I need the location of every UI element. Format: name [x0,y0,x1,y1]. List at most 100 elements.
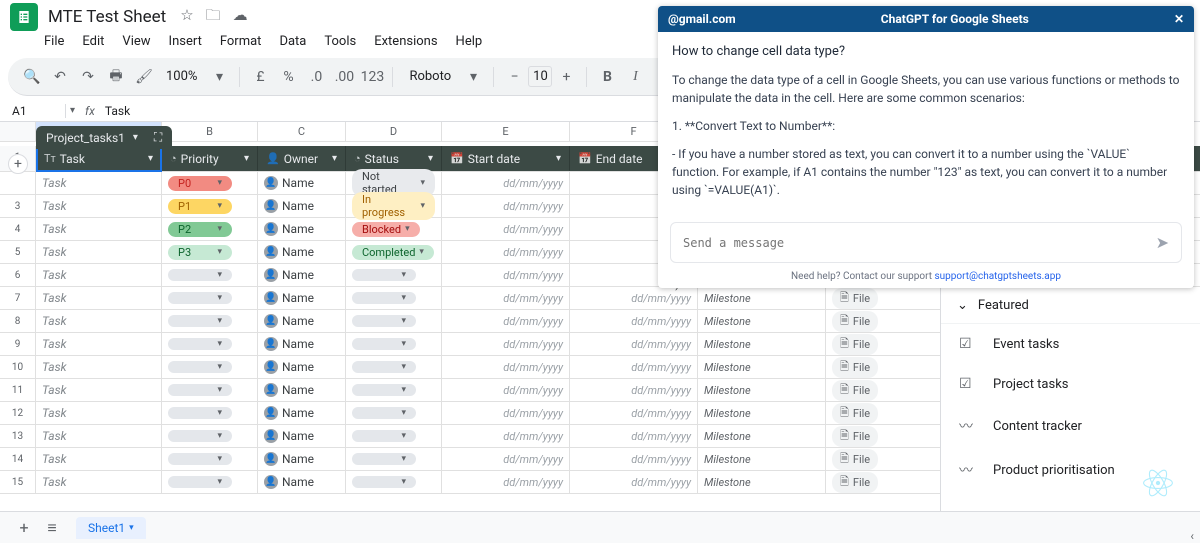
cell-status[interactable]: ▾ [346,379,442,401]
chip[interactable]: P1▾ [168,199,232,214]
cell-priority[interactable]: ▾ [162,471,258,493]
cell-priority[interactable]: ▾ [162,264,258,286]
empty-chip[interactable]: ▾ [352,338,416,350]
close-icon[interactable]: ✕ [1174,12,1184,26]
col-header-e[interactable]: E [442,122,570,142]
cell-priority[interactable]: P0▾ [162,172,258,194]
cell-status[interactable]: Completed▾ [346,241,442,263]
cell-end[interactable]: dd/mm/yyyy [570,379,698,401]
menu-view[interactable]: View [122,34,150,52]
cell-priority[interactable]: ▾ [162,379,258,401]
cell-end[interactable]: dd/mm/yyyy [570,310,698,332]
col-header-d[interactable]: D [346,122,442,142]
cell-task[interactable]: Task [36,264,162,286]
th-priority[interactable]: ◔Priority▾ [162,146,258,171]
cell-start[interactable]: dd/mm/yyyy [442,172,570,194]
cell-task[interactable]: Task [36,195,162,217]
cell-owner[interactable]: 👤Name [258,471,346,493]
cell-file[interactable]: 🗎File [826,310,954,332]
decrease-decimal-icon[interactable]: .0 [304,65,328,89]
empty-chip[interactable]: ▾ [352,384,416,396]
th-start[interactable]: 📅Start date▾ [442,146,570,171]
add-row-button[interactable]: + [8,154,28,174]
cell-owner[interactable]: 👤Name [258,425,346,447]
cell-start[interactable]: dd/mm/yyyy [442,379,570,401]
cell-status[interactable]: Not started▾ [346,172,442,194]
cell-owner[interactable]: 👤Name [258,287,346,309]
sheets-logo[interactable] [10,3,38,31]
cell-milestone[interactable]: Milestone [698,425,826,447]
row-header[interactable]: 9 [0,333,36,355]
cell-status[interactable]: ▾ [346,356,442,378]
featured-heading[interactable]: ⌄ Featured [941,288,1200,324]
menu-tools[interactable]: Tools [324,34,356,52]
chat-input[interactable]: ➤ [670,222,1182,263]
cell-milestone[interactable]: Milestone [698,356,826,378]
cell-priority[interactable]: ▾ [162,333,258,355]
cell-status[interactable]: ▾ [346,264,442,286]
undo-icon[interactable]: ↶ [48,65,72,89]
cell-milestone[interactable]: Milestone [698,287,826,309]
chevron-down-icon[interactable]: ▾ [556,153,561,164]
cell-priority[interactable]: ▾ [162,425,258,447]
cell-priority[interactable]: ▾ [162,356,258,378]
empty-chip[interactable]: ▾ [168,269,232,281]
cell-milestone[interactable]: Milestone [698,379,826,401]
cell-start[interactable]: dd/mm/yyyy [442,402,570,424]
cell-status[interactable]: ▾ [346,425,442,447]
font-selector[interactable]: Roboto [399,69,459,84]
chat-text-input[interactable] [683,236,1156,250]
increase-font-icon[interactable]: + [554,65,578,89]
row-header[interactable]: 4 [0,218,36,240]
cell-owner[interactable]: 👤Name [258,379,346,401]
row-header[interactable]: 6 [0,264,36,286]
print-icon[interactable]: 🖶 [104,65,128,89]
star-icon[interactable]: ☆ [180,6,193,24]
menu-insert[interactable]: Insert [169,34,202,52]
chip[interactable]: In progress▾ [352,192,435,220]
cell-task[interactable]: Task [36,172,162,194]
cell-priority[interactable]: ▾ [162,402,258,424]
cell-file[interactable]: 🗎File [826,425,954,447]
template-event-tasks[interactable]: ☑ Event tasks [941,324,1200,364]
cell-status[interactable]: Blocked▾ [346,218,442,240]
cell-task[interactable]: Task [36,218,162,240]
cell-start[interactable]: dd/mm/yyyy [442,287,570,309]
formula-input[interactable]: Task [101,104,134,118]
chevron-down-icon[interactable]: ▾ [244,153,249,164]
cell-start[interactable]: dd/mm/yyyy [442,425,570,447]
cell-task[interactable]: Task [36,356,162,378]
send-icon[interactable]: ➤ [1156,233,1169,252]
cell-start[interactable]: dd/mm/yyyy [442,218,570,240]
cell-status[interactable]: ▾ [346,402,442,424]
currency-icon[interactable]: £ [248,65,272,89]
expand-icon[interactable]: ⛶ [154,130,162,145]
cell-owner[interactable]: 👤Name [258,218,346,240]
row-header[interactable]: 7 [0,287,36,309]
empty-chip[interactable]: ▾ [168,315,232,327]
all-sheets-button[interactable]: ≡ [38,514,66,542]
cell-owner[interactable]: 👤Name [258,172,346,194]
chevron-down-icon[interactable]: ▾ [129,523,134,533]
empty-chip[interactable]: ▾ [168,384,232,396]
chevron-down-icon[interactable]: ▾ [332,153,337,164]
row-header[interactable]: 8 [0,310,36,332]
cell-end[interactable]: dd/mm/yyyy [570,448,698,470]
cell-owner[interactable]: 👤Name [258,310,346,332]
sheet-tab-1[interactable]: Sheet1 ▾ [76,517,146,539]
cell-task[interactable]: Task [36,402,162,424]
name-box[interactable]: A1 [6,104,66,118]
menu-extensions[interactable]: Extensions [374,34,437,52]
cell-start[interactable]: dd/mm/yyyy [442,241,570,263]
scroll-left-icon[interactable]: ‹ [1190,529,1194,543]
cell-file[interactable]: 🗎File [826,402,954,424]
cell-priority[interactable]: ▾ [162,310,258,332]
col-header-c[interactable]: C [258,122,346,142]
chip[interactable]: P2▾ [168,222,232,237]
cell-owner[interactable]: 👤Name [258,333,346,355]
cell-owner[interactable]: 👤Name [258,402,346,424]
move-icon[interactable]: 🗀 [206,6,221,24]
cell-end[interactable]: dd/mm/yyyy [570,333,698,355]
menu-format[interactable]: Format [220,34,262,52]
cell-start[interactable]: dd/mm/yyyy [442,195,570,217]
